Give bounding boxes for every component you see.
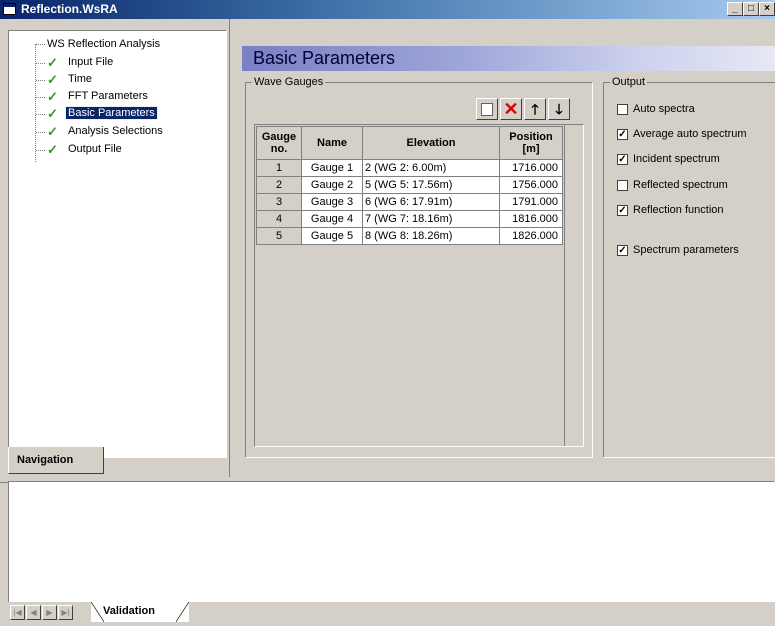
checkbox-box[interactable]: ✓ — [617, 205, 628, 216]
last-icon: ▶| — [61, 608, 70, 617]
checkbox-box[interactable]: ✓ — [617, 245, 628, 256]
checkbox-box[interactable]: ✓ — [617, 129, 628, 140]
delete-gauge-button[interactable]: ✕ — [500, 98, 522, 120]
first-icon: |◀ — [13, 608, 22, 617]
tree-root-ws-reflection-analysis[interactable]: WS Reflection Analysis — [47, 38, 160, 50]
navigation-panel: WS Reflection Analysis ✓ Input File ✓ Ti… — [8, 30, 227, 458]
navigation-tree: WS Reflection Analysis ✓ Input File ✓ Ti… — [9, 31, 226, 457]
move-up-button[interactable]: 🡑 — [524, 98, 546, 120]
wave-gauges-legend: Wave Gauges — [254, 76, 324, 88]
checkmark-icon: ✓ — [47, 124, 58, 139]
title-bar: Reflection.WsRA _ □ × — [0, 0, 775, 19]
table-row[interactable]: 1 Gauge 1 2 (WG 2: 6.00m) 1716.000 — [256, 159, 563, 177]
table-row[interactable]: 2 Gauge 2 5 (WG 5: 17.56m) 1756.000 — [256, 176, 563, 194]
validation-panel — [8, 481, 775, 621]
prev-icon: ◀ — [30, 608, 37, 617]
page-title-banner: Basic Parameters — [242, 46, 775, 71]
column-header-name[interactable]: Name — [301, 126, 363, 160]
move-up-icon: 🡑 — [531, 101, 539, 117]
checkmark-icon: ✓ — [47, 89, 58, 104]
wave-gauges-table: Gauge no. Name Elevation Position [m] 1 … — [254, 124, 584, 447]
table-scroll-area[interactable] — [564, 125, 583, 446]
maximize-button[interactable]: □ — [743, 2, 759, 16]
close-button[interactable]: × — [759, 2, 775, 16]
checkmark-icon: ✓ — [47, 142, 58, 157]
move-down-icon: 🡓 — [555, 101, 563, 117]
column-header-elevation[interactable]: Elevation — [362, 126, 500, 160]
move-down-button[interactable]: 🡓 — [548, 98, 570, 120]
page-title: Basic Parameters — [253, 48, 396, 68]
checkmark-icon: ✓ — [47, 55, 58, 70]
checkmark-icon: ✓ — [47, 106, 58, 121]
gauge-grid: Gauge no. Name Elevation Position [m] 1 … — [256, 126, 563, 245]
last-tab-button[interactable]: ▶| — [58, 605, 73, 620]
next-tab-button[interactable]: ▶ — [42, 605, 57, 620]
table-row[interactable]: 5 Gauge 5 8 (WG 8: 18.26m) 1826.000 — [256, 227, 563, 245]
checkbox-box[interactable]: ✓ — [617, 154, 628, 165]
first-tab-button[interactable]: |◀ — [10, 605, 25, 620]
validation-tabbar: |◀ ◀ ▶ ▶| Validation — [8, 602, 775, 622]
window-title: Reflection.WsRA — [21, 2, 118, 16]
tab-validation[interactable]: Validation — [91, 602, 189, 622]
new-gauge-button[interactable] — [476, 98, 498, 120]
column-header-position[interactable]: Position [m] — [499, 126, 563, 160]
checkbox-box[interactable] — [617, 104, 628, 115]
tab-navigation[interactable]: Navigation — [8, 447, 104, 474]
app-icon — [3, 3, 16, 15]
table-row[interactable]: 3 Gauge 3 6 (WG 6: 17.91m) 1791.000 — [256, 193, 563, 211]
delete-icon: ✕ — [503, 99, 519, 119]
vertical-splitter[interactable] — [229, 19, 232, 477]
new-icon — [481, 103, 493, 116]
checkmark-icon: ✓ — [47, 72, 58, 87]
output-legend: Output — [612, 76, 646, 88]
main-window: WS Reflection Analysis ✓ Input File ✓ Ti… — [0, 19, 775, 626]
next-icon: ▶ — [46, 608, 53, 617]
prev-tab-button[interactable]: ◀ — [26, 605, 41, 620]
checkbox-box[interactable] — [617, 180, 628, 191]
column-header-gauge-no[interactable]: Gauge no. — [256, 126, 302, 160]
minimize-button[interactable]: _ — [727, 2, 743, 16]
table-row[interactable]: 4 Gauge 4 7 (WG 7: 18.16m) 1816.000 — [256, 210, 563, 228]
